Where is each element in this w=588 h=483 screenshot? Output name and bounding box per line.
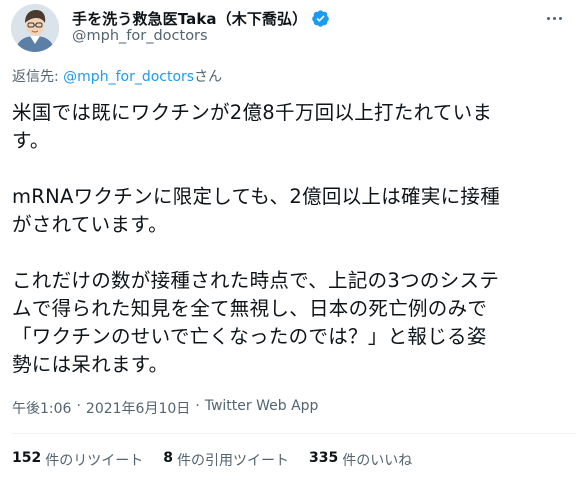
quote-count: 8 (163, 450, 173, 466)
like-count: 335 (308, 450, 339, 466)
tweet-line: ムで得られた知見を全て無視し、日本の死亡例のみで (12, 297, 488, 320)
reply-target-link[interactable]: @mph_for_doctors (63, 69, 194, 85)
tweet-line: 勢には呆れます。 (12, 353, 169, 376)
tweet-text: 米国では既にワクチンが2億8千万回以上打たれていま す。 mRNAワクチンに限定… (12, 99, 582, 379)
meta-separator: · (76, 398, 81, 414)
tweet-line: mRNAワクチンに限定しても、2億回以上は確実に接種 (12, 185, 501, 208)
meta-separator: · (195, 398, 200, 414)
author-handle[interactable]: @mph_for_doctors (72, 28, 208, 44)
like-label: 件のいいね (342, 453, 413, 469)
quotes-stat[interactable]: 8 件の引用ツイート (163, 450, 289, 470)
tweet-line: がされています。 (12, 213, 168, 236)
divider (12, 433, 576, 434)
tweet-date[interactable]: 2021年6月10日 (86, 398, 190, 418)
retweets-stat[interactable]: 152 件のリツイート (12, 450, 143, 470)
avatar[interactable] (11, 4, 59, 52)
author-display-name[interactable]: 手を洗う救急医Taka（木下喬弘） (72, 8, 307, 29)
likes-stat[interactable]: 335 件のいいね (309, 450, 412, 470)
reply-prefix: 返信先: (12, 69, 64, 85)
dot (546, 16, 550, 20)
quote-label: 件の引用ツイート (176, 453, 289, 469)
tweet-meta: 午後1:06 · 2021年6月10日 · Twitter Web App (12, 398, 318, 418)
tweet-line: す。 (12, 129, 50, 152)
tweet-line: 「ワクチンのせいで亡くなったのでは？」と報じる姿 (12, 325, 487, 348)
verified-badge-icon (311, 9, 330, 28)
tweet-time[interactable]: 午後1:06 (12, 398, 71, 418)
tweet-stats: 152 件のリツイート 8 件の引用ツイート 335 件のいいね (12, 450, 412, 470)
reply-suffix: さん (194, 69, 223, 85)
dot (552, 16, 556, 20)
replying-to: 返信先: @mph_for_doctorsさん (12, 66, 222, 86)
tweet-detail: 手を洗う救急医Taka（木下喬弘） @mph_for_doctors 返信先: … (0, 0, 588, 483)
more-options-icon[interactable] (540, 8, 568, 28)
tweet-source[interactable]: Twitter Web App (205, 398, 319, 418)
author-name[interactable]: 手を洗う救急医Taka（木下喬弘） (72, 7, 330, 29)
retweet-count: 152 (12, 450, 42, 466)
dot (558, 16, 562, 20)
tweet-line: これだけの数が接種された時点で、上記の3つのシステ (12, 269, 500, 292)
retweet-label: 件のリツイート (45, 453, 144, 469)
tweet-line: 米国では既にワクチンが2億8千万回以上打たれていま (12, 101, 493, 124)
